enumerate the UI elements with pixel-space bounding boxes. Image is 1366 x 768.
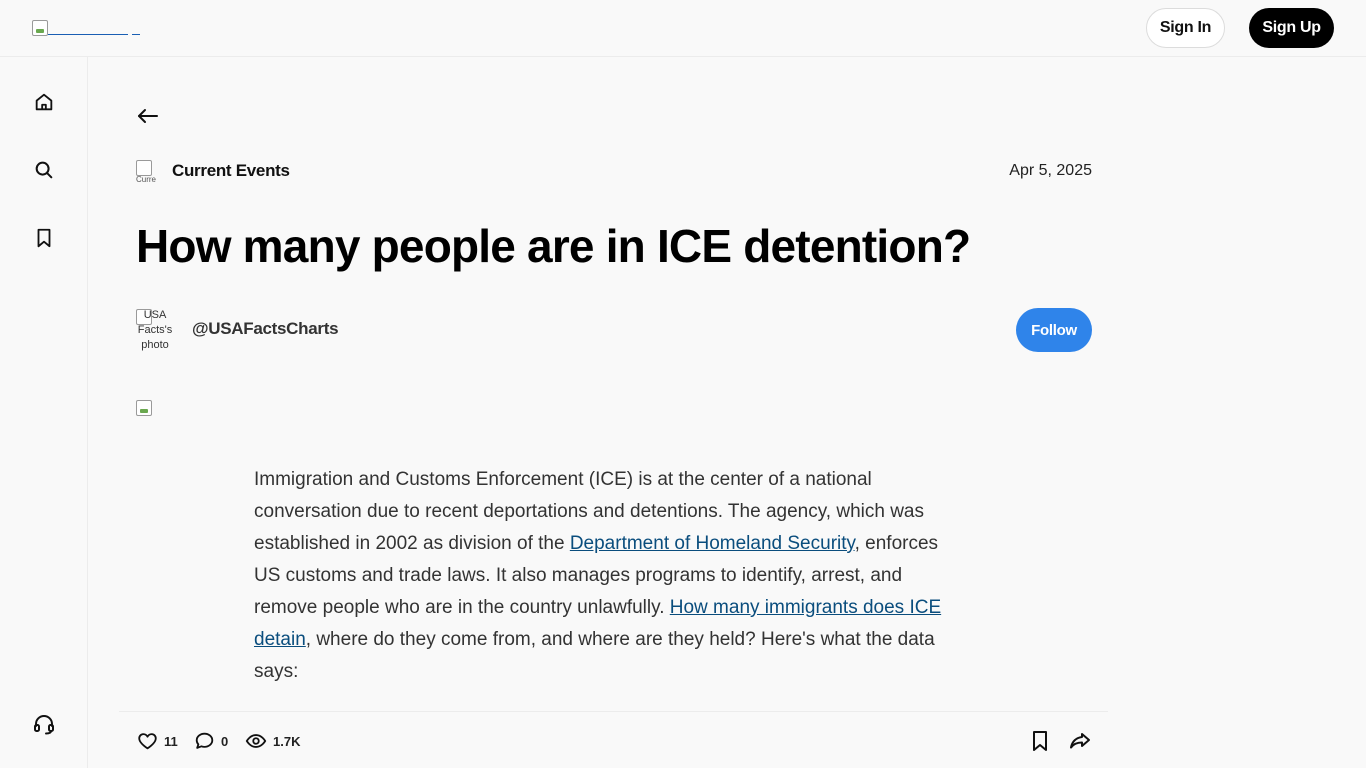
sidebar [0,57,88,768]
broken-image-icon [136,160,152,176]
back-arrow-icon[interactable] [136,104,160,128]
save-button[interactable] [1028,730,1057,752]
home-icon[interactable] [32,90,56,114]
category-name[interactable]: Current Events [172,161,290,181]
hero-image [136,400,152,416]
sign-up-button[interactable]: Sign Up [1249,8,1334,48]
sign-in-button[interactable]: Sign In [1146,8,1225,48]
avatar[interactable]: USA Facts's photo [136,308,180,352]
headset-icon[interactable] [32,712,56,736]
follow-button[interactable]: Follow [1016,308,1092,352]
comment-count: 0 [221,733,229,749]
eye-icon [245,734,267,748]
heart-icon [138,733,157,750]
share-icon [1070,733,1090,749]
avatar-alt-text: USA Facts's photo [137,309,173,351]
dhs-link[interactable]: Department of Homeland Security [570,533,855,554]
broken-image-icon [32,20,48,36]
like-count: 11 [164,733,178,749]
view-count: 1.7K [273,733,301,749]
publish-date: Apr 5, 2025 [1009,162,1092,179]
comment-icon [195,732,214,749]
page-title: How many people are in ICE detention? [136,220,971,272]
article-body: Immigration and Customs Enforcement (ICE… [254,469,942,682]
action-bar: 11 0 1.7K [119,711,1108,768]
category-image: Curre [136,160,160,184]
author-handle[interactable]: @USAFactsCharts [192,319,339,339]
site-logo[interactable] [32,20,140,36]
share-button[interactable] [1068,730,1097,752]
like-button[interactable]: 11 [136,730,178,752]
top-bar: Sign In Sign Up [0,0,1366,57]
comment-button[interactable]: 0 [193,730,228,752]
views-indicator: 1.7K [244,730,300,752]
bookmark-icon[interactable] [32,226,56,250]
search-icon[interactable] [32,158,56,182]
bookmark-icon [1033,731,1047,751]
